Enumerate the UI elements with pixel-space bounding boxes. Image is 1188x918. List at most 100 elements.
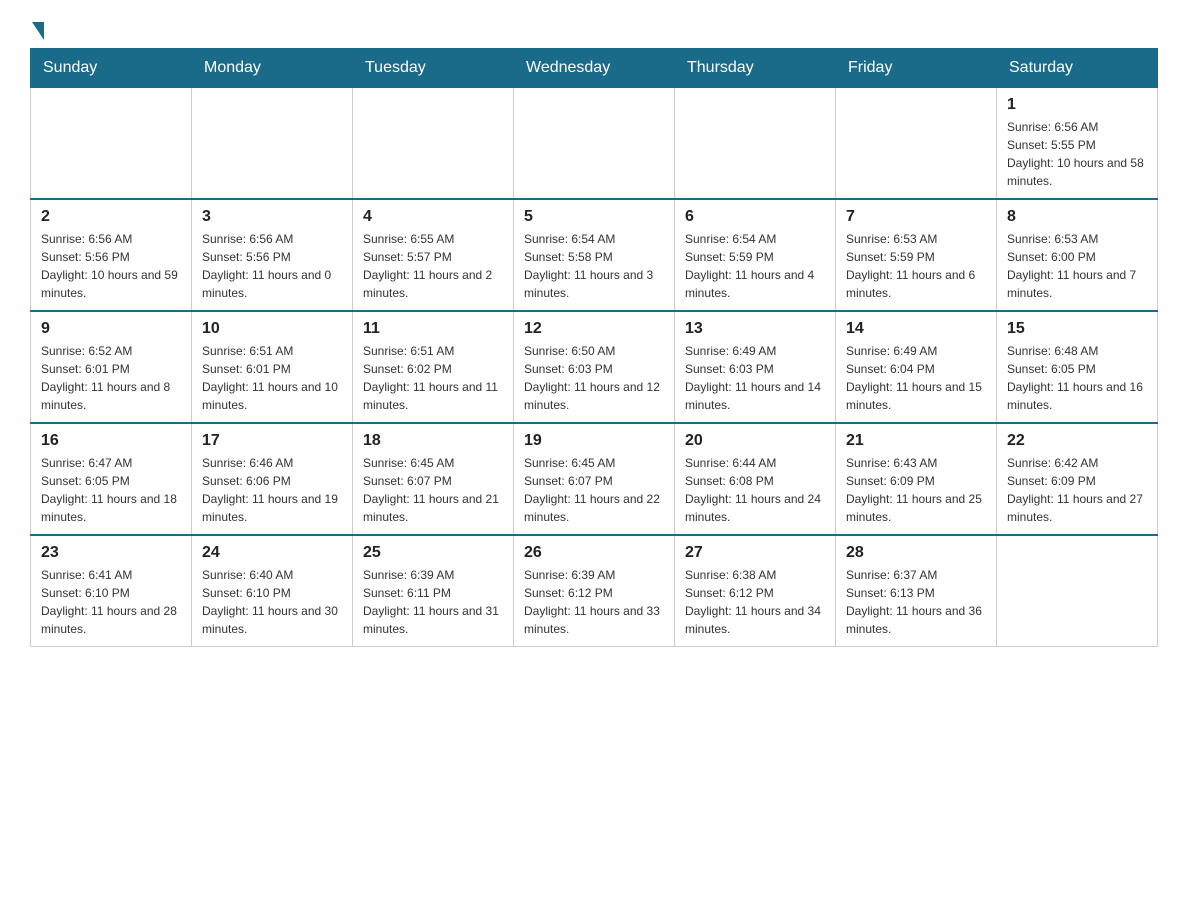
day-info: Sunrise: 6:44 AMSunset: 6:08 PMDaylight:… bbox=[685, 454, 825, 526]
calendar-cell: 7 Sunrise: 6:53 AMSunset: 5:59 PMDaylight… bbox=[836, 199, 997, 311]
calendar-week-row: 16 Sunrise: 6:47 AMSunset: 6:05 PMDayligh… bbox=[31, 423, 1158, 535]
calendar-cell: 3 Sunrise: 6:56 AMSunset: 5:56 PMDaylight… bbox=[192, 199, 353, 311]
day-info: Sunrise: 6:43 AMSunset: 6:09 PMDaylight:… bbox=[846, 454, 986, 526]
day-number: 4 bbox=[363, 208, 503, 226]
calendar-cell: 9 Sunrise: 6:52 AMSunset: 6:01 PMDaylight… bbox=[31, 311, 192, 423]
calendar-cell: 14Sunrise: 6:49 AMSunset: 6:04 PMDayligh… bbox=[836, 311, 997, 423]
calendar-cell: 4 Sunrise: 6:55 AMSunset: 5:57 PMDaylight… bbox=[353, 199, 514, 311]
calendar-cell: 6 Sunrise: 6:54 AMSunset: 5:59 PMDaylight… bbox=[675, 199, 836, 311]
day-info: Sunrise: 6:42 AMSunset: 6:09 PMDaylight:… bbox=[1007, 454, 1147, 526]
calendar-cell: 16 Sunrise: 6:47 AMSunset: 6:05 PMDayligh… bbox=[31, 423, 192, 535]
calendar-cell: 8 Sunrise: 6:53 AMSunset: 6:00 PMDaylight… bbox=[997, 199, 1158, 311]
day-info: Sunrise: 6:50 AMSunset: 6:03 PMDaylight:… bbox=[524, 342, 664, 414]
logo bbox=[30, 20, 44, 38]
day-info: Sunrise: 6:40 AMSunset: 6:10 PMDaylight:… bbox=[202, 566, 342, 638]
calendar-week-row: 1Sunrise: 6:56 AMSunset: 5:55 PMDaylight… bbox=[31, 88, 1158, 200]
day-info: Sunrise: 6:37 AMSunset: 6:13 PMDaylight:… bbox=[846, 566, 986, 638]
calendar-cell: 12 Sunrise: 6:50 AMSunset: 6:03 PMDayligh… bbox=[514, 311, 675, 423]
day-info: Sunrise: 6:52 AMSunset: 6:01 PMDaylight:… bbox=[41, 342, 181, 414]
calendar-cell bbox=[836, 88, 997, 200]
day-number: 24 bbox=[202, 544, 342, 562]
day-number: 27 bbox=[685, 544, 825, 562]
day-number: 10 bbox=[202, 320, 342, 338]
day-number: 28 bbox=[846, 544, 986, 562]
day-number: 25 bbox=[363, 544, 503, 562]
day-number: 18 bbox=[363, 432, 503, 450]
day-info: Sunrise: 6:54 AMSunset: 5:59 PMDaylight:… bbox=[685, 230, 825, 302]
day-info: Sunrise: 6:49 AMSunset: 6:04 PMDaylight:… bbox=[846, 342, 986, 414]
day-info: Sunrise: 6:54 AMSunset: 5:58 PMDaylight:… bbox=[524, 230, 664, 302]
calendar-cell bbox=[192, 88, 353, 200]
calendar-cell: 24 Sunrise: 6:40 AMSunset: 6:10 PMDayligh… bbox=[192, 535, 353, 647]
day-info: Sunrise: 6:39 AMSunset: 6:11 PMDaylight:… bbox=[363, 566, 503, 638]
day-number: 23 bbox=[41, 544, 181, 562]
calendar-cell: 18 Sunrise: 6:45 AMSunset: 6:07 PMDayligh… bbox=[353, 423, 514, 535]
calendar-cell bbox=[997, 535, 1158, 647]
day-number: 3 bbox=[202, 208, 342, 226]
day-number: 7 bbox=[846, 208, 986, 226]
day-info: Sunrise: 6:56 AMSunset: 5:56 PMDaylight:… bbox=[202, 230, 342, 302]
calendar-cell: 28 Sunrise: 6:37 AMSunset: 6:13 PMDayligh… bbox=[836, 535, 997, 647]
day-number: 6 bbox=[685, 208, 825, 226]
day-number: 17 bbox=[202, 432, 342, 450]
calendar-week-row: 23 Sunrise: 6:41 AMSunset: 6:10 PMDayligh… bbox=[31, 535, 1158, 647]
calendar-cell: 25 Sunrise: 6:39 AMSunset: 6:11 PMDayligh… bbox=[353, 535, 514, 647]
weekday-header-row: SundayMondayTuesdayWednesdayThursdayFrid… bbox=[31, 49, 1158, 88]
day-number: 11 bbox=[363, 320, 503, 338]
calendar-cell: 2 Sunrise: 6:56 AMSunset: 5:56 PMDaylight… bbox=[31, 199, 192, 311]
weekday-header-tuesday: Tuesday bbox=[353, 49, 514, 88]
day-info: Sunrise: 6:51 AMSunset: 6:01 PMDaylight:… bbox=[202, 342, 342, 414]
day-info: Sunrise: 6:38 AMSunset: 6:12 PMDaylight:… bbox=[685, 566, 825, 638]
weekday-header-monday: Monday bbox=[192, 49, 353, 88]
day-number: 1 bbox=[1007, 96, 1147, 114]
calendar-cell bbox=[31, 88, 192, 200]
calendar-cell: 22 Sunrise: 6:42 AMSunset: 6:09 PMDayligh… bbox=[997, 423, 1158, 535]
calendar-cell: 11 Sunrise: 6:51 AMSunset: 6:02 PMDayligh… bbox=[353, 311, 514, 423]
calendar-cell: 5Sunrise: 6:54 AMSunset: 5:58 PMDaylight… bbox=[514, 199, 675, 311]
calendar-week-row: 9 Sunrise: 6:52 AMSunset: 6:01 PMDaylight… bbox=[31, 311, 1158, 423]
calendar-table: SundayMondayTuesdayWednesdayThursdayFrid… bbox=[30, 48, 1158, 647]
calendar-cell: 21 Sunrise: 6:43 AMSunset: 6:09 PMDayligh… bbox=[836, 423, 997, 535]
day-info: Sunrise: 6:53 AMSunset: 6:00 PMDaylight:… bbox=[1007, 230, 1147, 302]
calendar-cell: 23 Sunrise: 6:41 AMSunset: 6:10 PMDayligh… bbox=[31, 535, 192, 647]
day-number: 21 bbox=[846, 432, 986, 450]
day-info: Sunrise: 6:53 AMSunset: 5:59 PMDaylight:… bbox=[846, 230, 986, 302]
day-info: Sunrise: 6:48 AMSunset: 6:05 PMDaylight:… bbox=[1007, 342, 1147, 414]
weekday-header-sunday: Sunday bbox=[31, 49, 192, 88]
calendar-cell: 26 Sunrise: 6:39 AMSunset: 6:12 PMDayligh… bbox=[514, 535, 675, 647]
calendar-cell: 17 Sunrise: 6:46 AMSunset: 6:06 PMDayligh… bbox=[192, 423, 353, 535]
day-number: 8 bbox=[1007, 208, 1147, 226]
day-info: Sunrise: 6:45 AMSunset: 6:07 PMDaylight:… bbox=[524, 454, 664, 526]
calendar-cell bbox=[353, 88, 514, 200]
calendar-cell bbox=[514, 88, 675, 200]
day-info: Sunrise: 6:45 AMSunset: 6:07 PMDaylight:… bbox=[363, 454, 503, 526]
day-info: Sunrise: 6:39 AMSunset: 6:12 PMDaylight:… bbox=[524, 566, 664, 638]
day-number: 15 bbox=[1007, 320, 1147, 338]
calendar-week-row: 2 Sunrise: 6:56 AMSunset: 5:56 PMDaylight… bbox=[31, 199, 1158, 311]
calendar-cell: 13Sunrise: 6:49 AMSunset: 6:03 PMDayligh… bbox=[675, 311, 836, 423]
day-info: Sunrise: 6:49 AMSunset: 6:03 PMDaylight:… bbox=[685, 342, 825, 414]
day-number: 22 bbox=[1007, 432, 1147, 450]
calendar-cell: 15 Sunrise: 6:48 AMSunset: 6:05 PMDayligh… bbox=[997, 311, 1158, 423]
day-info: Sunrise: 6:41 AMSunset: 6:10 PMDaylight:… bbox=[41, 566, 181, 638]
day-number: 12 bbox=[524, 320, 664, 338]
calendar-cell: 20Sunrise: 6:44 AMSunset: 6:08 PMDayligh… bbox=[675, 423, 836, 535]
logo-arrow-icon bbox=[32, 22, 44, 40]
weekday-header-wednesday: Wednesday bbox=[514, 49, 675, 88]
calendar-cell bbox=[675, 88, 836, 200]
calendar-cell: 27 Sunrise: 6:38 AMSunset: 6:12 PMDayligh… bbox=[675, 535, 836, 647]
day-info: Sunrise: 6:55 AMSunset: 5:57 PMDaylight:… bbox=[363, 230, 503, 302]
day-info: Sunrise: 6:47 AMSunset: 6:05 PMDaylight:… bbox=[41, 454, 181, 526]
weekday-header-saturday: Saturday bbox=[997, 49, 1158, 88]
weekday-header-thursday: Thursday bbox=[675, 49, 836, 88]
day-number: 26 bbox=[524, 544, 664, 562]
day-number: 2 bbox=[41, 208, 181, 226]
calendar-cell: 1Sunrise: 6:56 AMSunset: 5:55 PMDaylight… bbox=[997, 88, 1158, 200]
day-number: 9 bbox=[41, 320, 181, 338]
day-info: Sunrise: 6:56 AMSunset: 5:56 PMDaylight:… bbox=[41, 230, 181, 302]
calendar-cell: 10 Sunrise: 6:51 AMSunset: 6:01 PMDayligh… bbox=[192, 311, 353, 423]
day-info: Sunrise: 6:51 AMSunset: 6:02 PMDaylight:… bbox=[363, 342, 503, 414]
day-number: 16 bbox=[41, 432, 181, 450]
weekday-header-friday: Friday bbox=[836, 49, 997, 88]
day-info: Sunrise: 6:46 AMSunset: 6:06 PMDaylight:… bbox=[202, 454, 342, 526]
